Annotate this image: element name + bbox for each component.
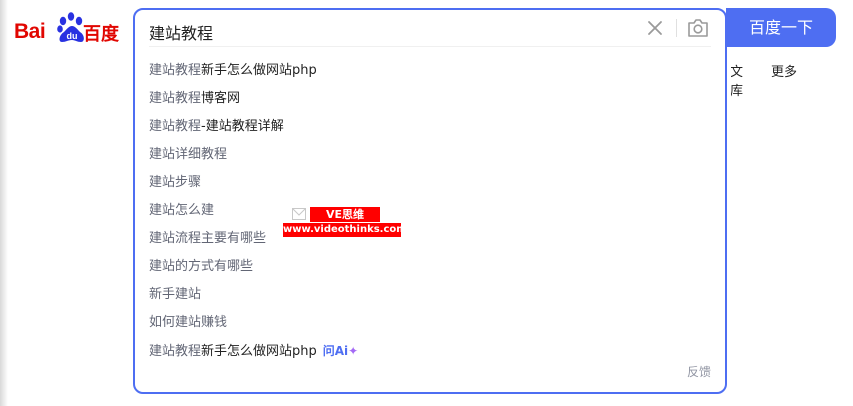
feedback-link[interactable]: 反馈 (687, 363, 711, 380)
watermark-url: www.videothinks.com (283, 223, 407, 237)
watermark-mail-icon (292, 208, 306, 220)
suggestion-item[interactable]: 建站的方式有哪些 (149, 255, 358, 283)
suggestion-item[interactable]: 建站教程-建站教程详解 (149, 115, 358, 143)
suggestion-item[interactable]: 如何建站赚钱 (149, 311, 358, 339)
left-edge-shadow (0, 0, 8, 406)
suggestion-item[interactable]: 建站教程新手怎么做网站php (149, 59, 358, 87)
clear-icon[interactable] (645, 18, 665, 38)
suggestion-divider (149, 46, 711, 47)
search-input[interactable]: 建站教程 (149, 20, 213, 44)
logo-paw-text: du (67, 31, 78, 41)
suggestion-item-ai[interactable]: 建站教程新手怎么做网站php 问Ai✦ (149, 339, 358, 367)
logo-latin: Bai (14, 20, 46, 43)
search-button[interactable]: 百度一下 (726, 8, 836, 47)
logo-chinese: 百度 (83, 24, 119, 45)
icon-separator (676, 19, 677, 37)
suggestion-item[interactable]: 建站详细教程 (149, 143, 358, 171)
search-box[interactable]: 建站教程 建站教程新手怎么做网站php 建站教程博客网 建站教程-建站教程详解 … (133, 8, 727, 394)
ask-ai-link[interactable]: 问Ai✦ (323, 344, 358, 358)
suggestion-item[interactable]: 建站步骤 (149, 171, 358, 199)
watermark: VE思维 www.videothinks.com (283, 207, 407, 239)
suggestion-item[interactable]: 新手建站 (149, 283, 358, 311)
suggestion-item[interactable]: 建站教程博客网 (149, 87, 358, 115)
sparkle-icon: ✦ (348, 344, 359, 358)
baidu-logo[interactable]: Bai du 百度 (14, 12, 119, 46)
nav-wenku-link[interactable]: 文库 (731, 61, 743, 99)
camera-icon[interactable] (686, 17, 710, 39)
watermark-title: VE思维 (310, 207, 380, 222)
nav-more-link[interactable]: 更多 (771, 61, 797, 80)
